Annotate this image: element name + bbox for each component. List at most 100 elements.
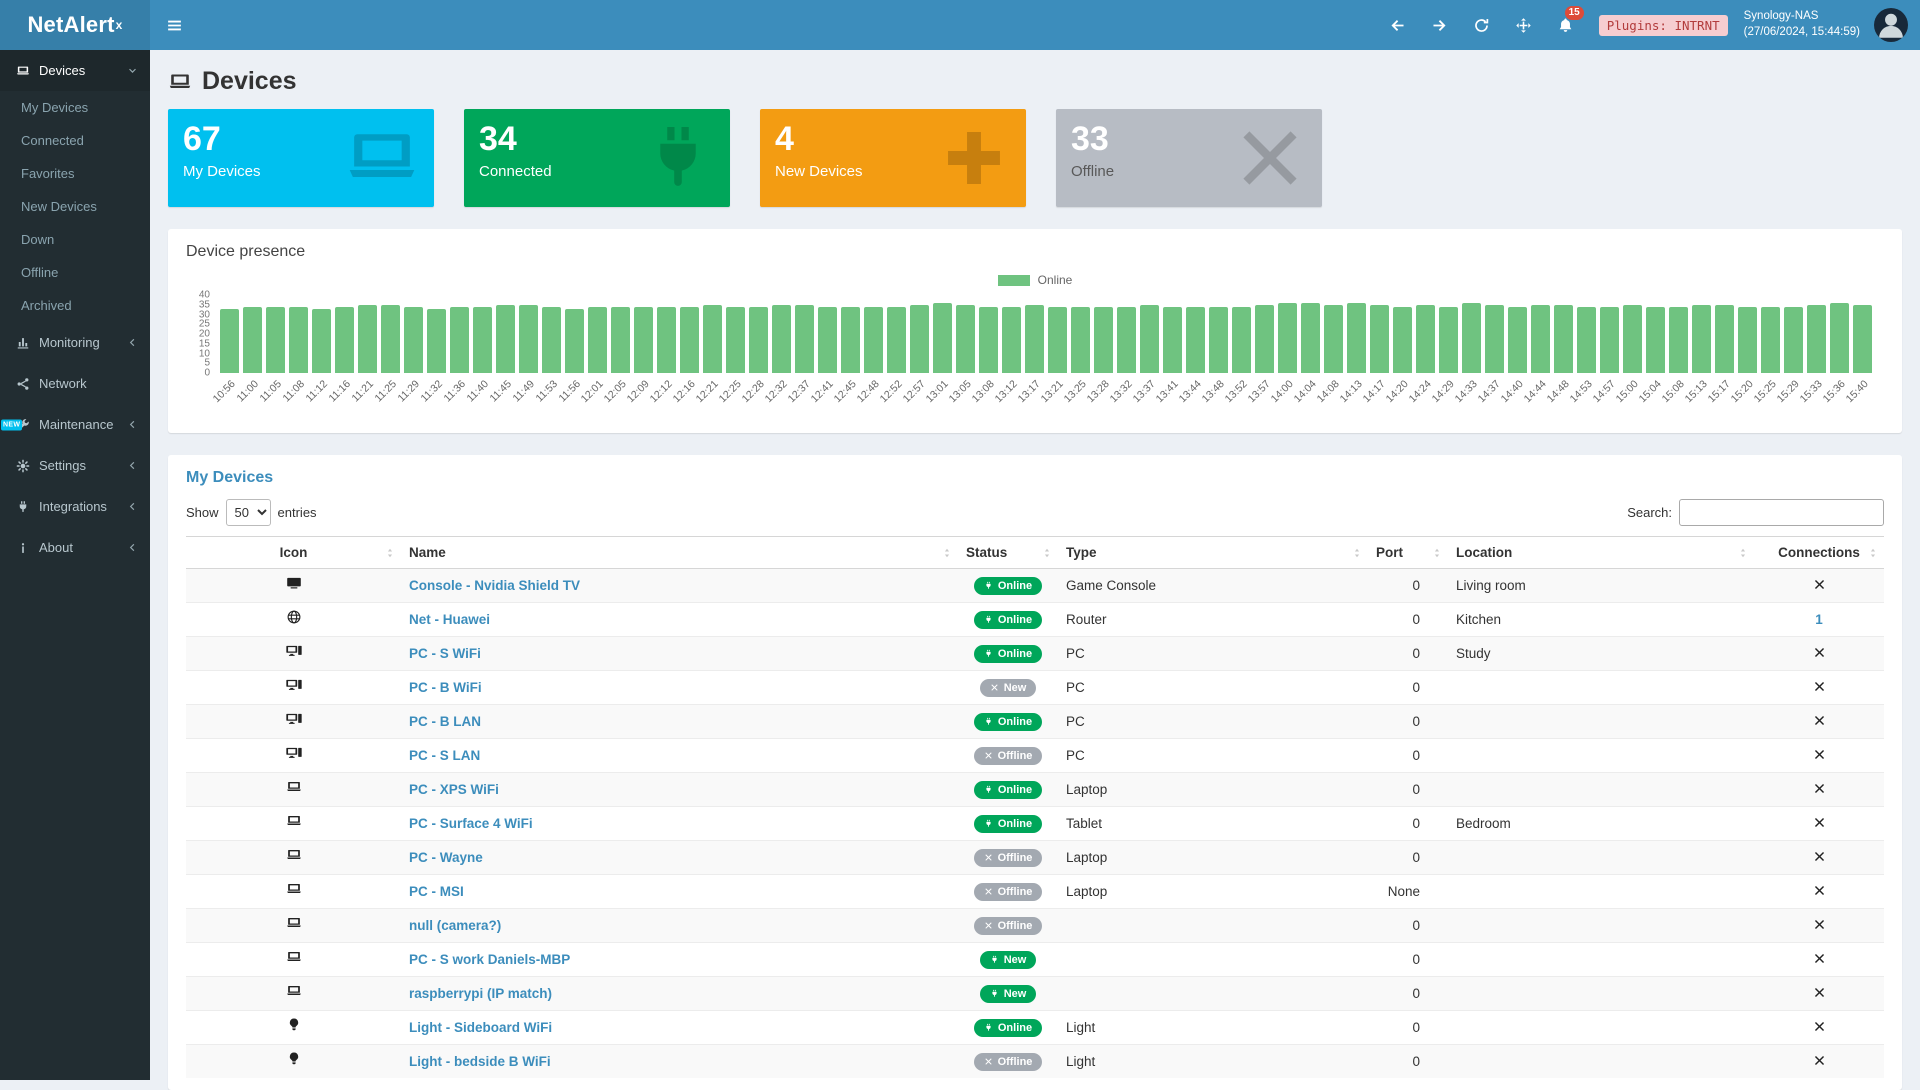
device-link[interactable]: PC - S LAN	[409, 748, 480, 763]
column-header-type[interactable]: Type	[1058, 537, 1368, 569]
sidebar-subitem-archived[interactable]: Archived	[0, 289, 150, 322]
device-connections-cell	[1754, 807, 1884, 841]
chart-bar-slot	[609, 295, 632, 373]
sidebar-subitem-new-devices[interactable]: New Devices	[0, 190, 150, 223]
table-row: PC - MSIOfflineLaptopNone	[186, 875, 1884, 909]
chart-bar-slot	[563, 295, 586, 373]
arrow-right-button[interactable]	[1419, 0, 1461, 50]
column-header-connections[interactable]: Connections	[1754, 537, 1884, 569]
device-name-cell: PC - S LAN	[401, 739, 958, 773]
summary-box-connected[interactable]: 34Connected	[464, 109, 730, 207]
chart-bar-slot	[1736, 295, 1759, 373]
x-icon	[1813, 884, 1826, 897]
table-row: Light - Sideboard WiFiOnlineLight0	[186, 1011, 1884, 1045]
laptop-icon	[344, 120, 420, 196]
sidebar-item-maintenance[interactable]: NEWMaintenance	[0, 404, 150, 445]
chart-bar-slot	[678, 295, 701, 373]
status-label: Online	[998, 614, 1032, 626]
arrow-left-button[interactable]	[1377, 0, 1419, 50]
device-port-cell: 0	[1368, 909, 1448, 943]
device-link[interactable]: PC - MSI	[409, 884, 464, 899]
device-link[interactable]: PC - S work Daniels-MBP	[409, 952, 570, 967]
chart-bar	[358, 305, 377, 373]
chart-plot-area: 10:5611:0011:0511:0811:1211:1611:2111:25…	[218, 295, 1874, 421]
device-link[interactable]: PC - B LAN	[409, 714, 481, 729]
sidebar-item-network[interactable]: Network	[0, 363, 150, 404]
device-link[interactable]: Light - bedside B WiFi	[409, 1054, 551, 1069]
table-row: PC - B WiFiNewPC0	[186, 671, 1884, 705]
sidebar-subitem-favorites[interactable]: Favorites	[0, 157, 150, 190]
chart-bar-slot	[1759, 295, 1782, 373]
column-header-name[interactable]: Name	[401, 537, 958, 569]
page-length-select[interactable]: 50	[226, 499, 271, 526]
device-link[interactable]: Console - Nvidia Shield TV	[409, 578, 580, 593]
column-header-status[interactable]: Status	[958, 537, 1058, 569]
bell-button[interactable]: 15	[1545, 0, 1587, 50]
plug-icon	[984, 717, 993, 726]
connections-link[interactable]: 1	[1815, 612, 1823, 627]
plugins-status-badge[interactable]: Plugins: INTRNT	[1599, 15, 1728, 36]
column-header-icon[interactable]: Icon	[186, 537, 401, 569]
device-link[interactable]: PC - Wayne	[409, 850, 483, 865]
sidebar-subitem-my-devices[interactable]: My Devices	[0, 91, 150, 124]
sidebar-item-settings[interactable]: Settings	[0, 445, 150, 486]
summary-box-new-devices[interactable]: 4New Devices	[760, 109, 1026, 207]
brand-logo[interactable]: NetAlertx	[0, 0, 150, 50]
sidebar-toggle-button[interactable]	[150, 0, 198, 50]
device-link[interactable]: PC - XPS WiFi	[409, 782, 499, 797]
user-avatar[interactable]	[1874, 8, 1908, 42]
device-link[interactable]: PC - S WiFi	[409, 646, 481, 661]
chart-bar-slot	[264, 295, 287, 373]
sidebar-subitem-connected[interactable]: Connected	[0, 124, 150, 157]
device-link[interactable]: Light - Sideboard WiFi	[409, 1020, 552, 1035]
sidebar-item-about[interactable]: About	[0, 527, 150, 568]
device-link[interactable]: raspberrypi (IP match)	[409, 986, 552, 1001]
summary-box-my-devices[interactable]: 67My Devices	[168, 109, 434, 207]
chart-bar-slot	[1667, 295, 1690, 373]
lightbulb-icon	[286, 1017, 302, 1033]
page-length-control: Show 50 entries	[186, 499, 317, 526]
lightbulb-icon	[286, 1051, 302, 1067]
device-link[interactable]: Net - Huawei	[409, 612, 490, 627]
status-label: Offline	[998, 920, 1033, 932]
status-badge: Offline	[974, 1053, 1043, 1071]
device-icon-cell	[186, 569, 401, 603]
sidebar-item-devices[interactable]: Devices	[0, 50, 150, 91]
plug-icon	[15, 500, 31, 514]
x-icon	[1813, 918, 1826, 931]
table-row: Console - Nvidia Shield TVOnlineGame Con…	[186, 569, 1884, 603]
my-devices-panel: My Devices Show 50 entries Search: IconN…	[168, 455, 1902, 1090]
x-icon	[990, 683, 999, 692]
sidebar-subitem-down[interactable]: Down	[0, 223, 150, 256]
sidebar-item-label: Maintenance	[39, 417, 113, 432]
chart-bar-slot	[1575, 295, 1598, 373]
sidebar-item-integrations[interactable]: Integrations	[0, 486, 150, 527]
chart-bar-slot	[1506, 295, 1529, 373]
device-name-cell: PC - S work Daniels-MBP	[401, 943, 958, 977]
device-name-cell: PC - XPS WiFi	[401, 773, 958, 807]
status-label: Offline	[998, 886, 1033, 898]
device-type-cell	[1058, 909, 1368, 943]
status-badge: Online	[974, 645, 1042, 663]
device-link[interactable]: null (camera?)	[409, 918, 501, 933]
column-header-label: Port	[1376, 545, 1403, 560]
device-type-cell: Laptop	[1058, 773, 1368, 807]
chart-bar	[289, 307, 308, 373]
sidebar-subitem-offline[interactable]: Offline	[0, 256, 150, 289]
column-header-location[interactable]: Location	[1448, 537, 1754, 569]
search-input[interactable]	[1679, 499, 1884, 526]
chart-legend[interactable]: Online	[186, 273, 1884, 287]
device-location-cell	[1448, 943, 1754, 977]
summary-box-offline[interactable]: 33Offline	[1056, 109, 1322, 207]
column-header-port[interactable]: Port	[1368, 537, 1448, 569]
device-link[interactable]: PC - B WiFi	[409, 680, 482, 695]
move-button[interactable]	[1503, 0, 1545, 50]
chart-bar	[657, 307, 676, 373]
device-icon-cell	[186, 705, 401, 739]
sidebar-item-monitoring[interactable]: Monitoring	[0, 322, 150, 363]
refresh-button[interactable]	[1461, 0, 1503, 50]
chart-bar	[1853, 305, 1872, 373]
device-icon-cell	[186, 977, 401, 1011]
chart-bar	[1025, 305, 1044, 373]
device-link[interactable]: PC - Surface 4 WiFi	[409, 816, 533, 831]
